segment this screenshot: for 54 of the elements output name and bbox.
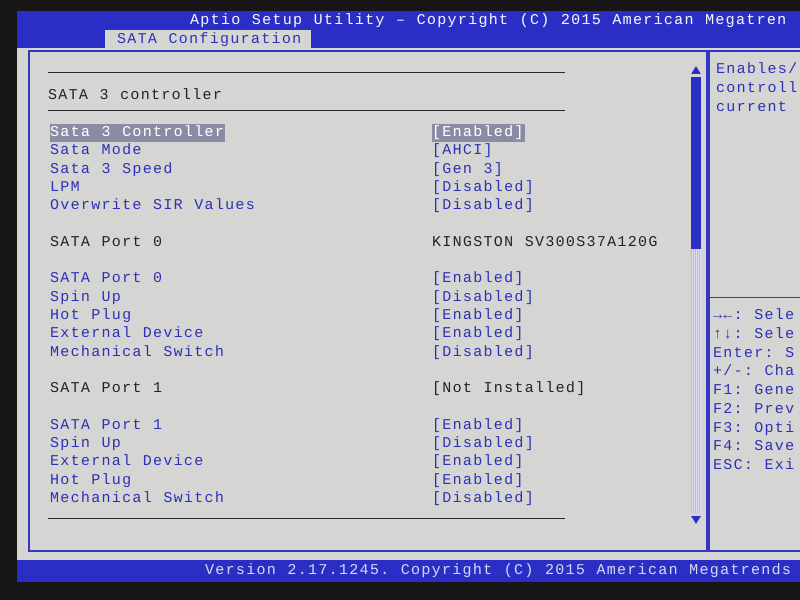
setting-label[interactable]: Sata Mode bbox=[50, 142, 143, 161]
setting-label[interactable]: Spin Up bbox=[50, 435, 122, 454]
port-label: SATA Port 1 bbox=[50, 380, 164, 398]
help-text: controll bbox=[716, 79, 798, 98]
help-text: Enables/ bbox=[716, 60, 798, 79]
setting-value[interactable]: [Disabled] bbox=[432, 435, 536, 454]
tab[interactable]: SATA Configuration bbox=[105, 30, 312, 49]
setting-label[interactable]: SATA Port 0 bbox=[50, 270, 164, 289]
scroll-down-icon[interactable] bbox=[690, 516, 700, 524]
setting-value[interactable]: [Gen 3] bbox=[432, 160, 504, 179]
version-text: Version 2.17.1245. Copyright (C) 2015 American Megatrends bbox=[205, 561, 792, 581]
key-help-text: →←: Sele bbox=[713, 307, 796, 326]
setting-label[interactable]: Spin Up bbox=[50, 288, 122, 307]
key-help-text: F4: Save bbox=[713, 438, 796, 457]
setting-label[interactable]: External Device bbox=[50, 325, 205, 344]
scroll-up-icon[interactable] bbox=[690, 66, 700, 74]
setting-value[interactable]: [Disabled] bbox=[432, 178, 536, 198]
setting-value[interactable]: [Disabled] bbox=[432, 197, 536, 216]
key-help-text: Enter: S bbox=[713, 344, 796, 364]
port-label: SATA Port 0 bbox=[50, 234, 164, 252]
setting-value[interactable]: [Enabled] bbox=[432, 306, 525, 326]
setting-label[interactable]: Mechanical Switch bbox=[50, 344, 226, 362]
key-help-text: +/-: Cha bbox=[713, 363, 796, 382]
scrollbar-thumb[interactable] bbox=[690, 77, 700, 249]
window-title: Aptio Setup Utility – Copyright (C) 2015 American Megatren bbox=[190, 12, 788, 30]
setting-value[interactable]: [Disabled] bbox=[432, 490, 536, 508]
setting-label[interactable]: External Device bbox=[50, 453, 205, 472]
setting-label[interactable]: LPM bbox=[50, 178, 81, 198]
setting-value[interactable]: [Enabled] bbox=[432, 472, 525, 490]
setting-value[interactable]: [Disabled] bbox=[432, 288, 536, 307]
setting-label[interactable]: SATA Port 1 bbox=[50, 416, 164, 436]
setting-value[interactable]: [AHCI] bbox=[432, 142, 494, 161]
port-status: [Not Installed] bbox=[432, 380, 587, 398]
setting-value[interactable]: [Disabled] bbox=[432, 344, 536, 362]
setting-label[interactable]: Mechanical Switch bbox=[50, 490, 226, 508]
port-status: KINGSTON SV300S37A120G bbox=[432, 234, 659, 252]
setting-value[interactable]: [Enabled] bbox=[432, 453, 525, 472]
scrollbar-track[interactable] bbox=[690, 77, 700, 513]
key-help-text: F1: Gene bbox=[713, 382, 796, 401]
setting-value[interactable]: [Enabled] bbox=[432, 270, 525, 289]
help-text: current bbox=[716, 98, 788, 117]
key-help-text: ESC: Exi bbox=[713, 457, 796, 476]
section-title: SATA 3 controller bbox=[48, 87, 224, 105]
setting-label[interactable]: Hot Plug bbox=[50, 472, 132, 490]
key-help-text: F2: Prev bbox=[713, 400, 796, 420]
setting-label[interactable]: Hot Plug bbox=[50, 306, 132, 326]
setting-label[interactable]: Sata 3 Speed bbox=[50, 160, 174, 179]
setting-value[interactable]: [Enabled] bbox=[432, 124, 525, 142]
key-help-text: F3: Opti bbox=[713, 420, 796, 438]
setting-label[interactable]: Sata 3 Controller bbox=[50, 124, 226, 142]
setting-label[interactable]: Overwrite SIR Values bbox=[50, 197, 256, 216]
setting-value[interactable]: [Enabled] bbox=[432, 325, 525, 344]
key-help-text: ↑↓: Sele bbox=[713, 326, 796, 344]
setting-value[interactable]: [Enabled] bbox=[432, 416, 525, 436]
